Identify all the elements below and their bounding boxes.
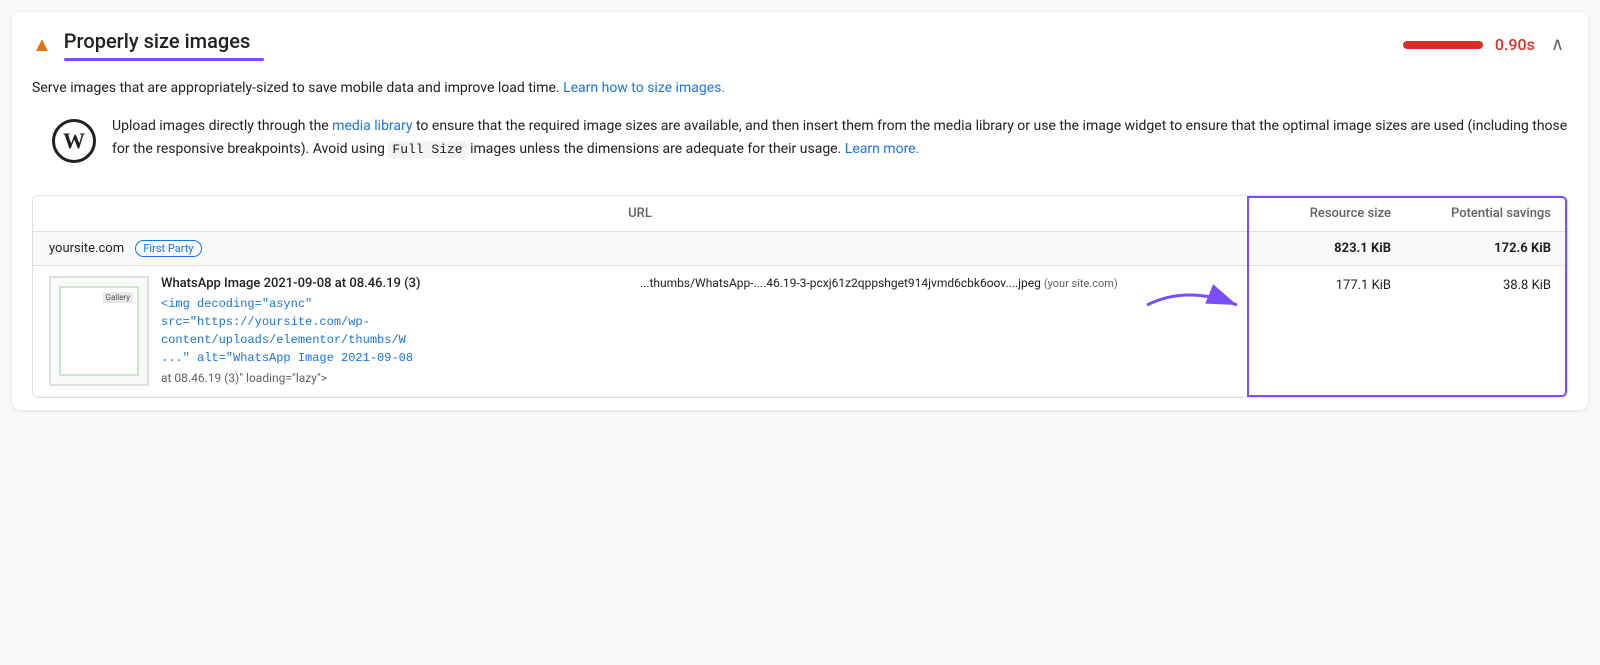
media-library-link[interactable]: media library <box>332 118 412 134</box>
wp-notice: W Upload images directly through the med… <box>32 115 1568 179</box>
gallery-label: Gallery <box>103 292 134 303</box>
learn-how-link[interactable]: Learn how to size images. <box>563 80 725 96</box>
group-row: yoursite.com First Party 823.1 KiB 172.6… <box>33 232 1567 266</box>
collapse-button[interactable]: ∧ <box>1547 30 1568 59</box>
warning-icon: ▲ <box>32 32 52 57</box>
col-header-url: URL <box>49 206 1231 221</box>
score-bar <box>1403 41 1483 49</box>
image-thumbnail: Gallery <box>49 276 149 386</box>
page-title: Properly size images <box>64 28 264 54</box>
row-title: WhatsApp Image 2021-09-08 at 08.46.19 (3… <box>161 276 632 291</box>
resource-table: URL Resource size Potential savings your… <box>32 195 1568 398</box>
first-party-badge: First Party <box>135 240 201 257</box>
score-value: 0.90s <box>1495 35 1535 54</box>
group-name: yoursite.com First Party <box>49 240 1231 257</box>
group-savings: 172.6 KiB <box>1391 241 1551 256</box>
card-header: ▲ Properly size images 0.90s ∧ <box>12 12 1588 61</box>
title-underline <box>64 58 264 61</box>
card-body: Serve images that are appropriately-size… <box>12 61 1588 398</box>
learn-more-link[interactable]: Learn more. <box>845 141 920 157</box>
wp-notice-text: Upload images directly through the media… <box>112 115 1568 161</box>
table-header: URL Resource size Potential savings <box>33 196 1567 232</box>
header-left: ▲ Properly size images <box>32 28 264 61</box>
col-header-resource: Resource size <box>1231 206 1391 221</box>
row-left: Gallery WhatsApp Image 2021-09-08 at 08.… <box>49 276 632 386</box>
group-resource-size: 823.1 KiB <box>1231 241 1391 256</box>
arrow-annotation <box>1137 275 1257 339</box>
row-alt: at 08.46.19 (3)" loading="lazy"> <box>161 371 632 385</box>
row-code: <img decoding="async" src="https://yours… <box>161 295 632 367</box>
wordpress-logo: W <box>52 119 96 163</box>
row-info: WhatsApp Image 2021-09-08 at 08.46.19 (3… <box>161 276 632 385</box>
thumbnail-inner: Gallery <box>59 286 139 376</box>
col-header-savings: Potential savings <box>1391 206 1551 221</box>
description-text: Serve images that are appropriately-size… <box>32 77 1568 99</box>
row-savings: 38.8 KiB <box>1391 276 1551 293</box>
full-size-code: Full Size <box>388 141 466 158</box>
title-block: Properly size images <box>64 28 264 61</box>
table-row: Gallery WhatsApp Image 2021-09-08 at 08.… <box>33 266 1567 397</box>
header-right: 0.90s ∧ <box>1403 30 1568 59</box>
audit-card: ▲ Properly size images 0.90s ∧ Serve ima… <box>12 12 1588 410</box>
